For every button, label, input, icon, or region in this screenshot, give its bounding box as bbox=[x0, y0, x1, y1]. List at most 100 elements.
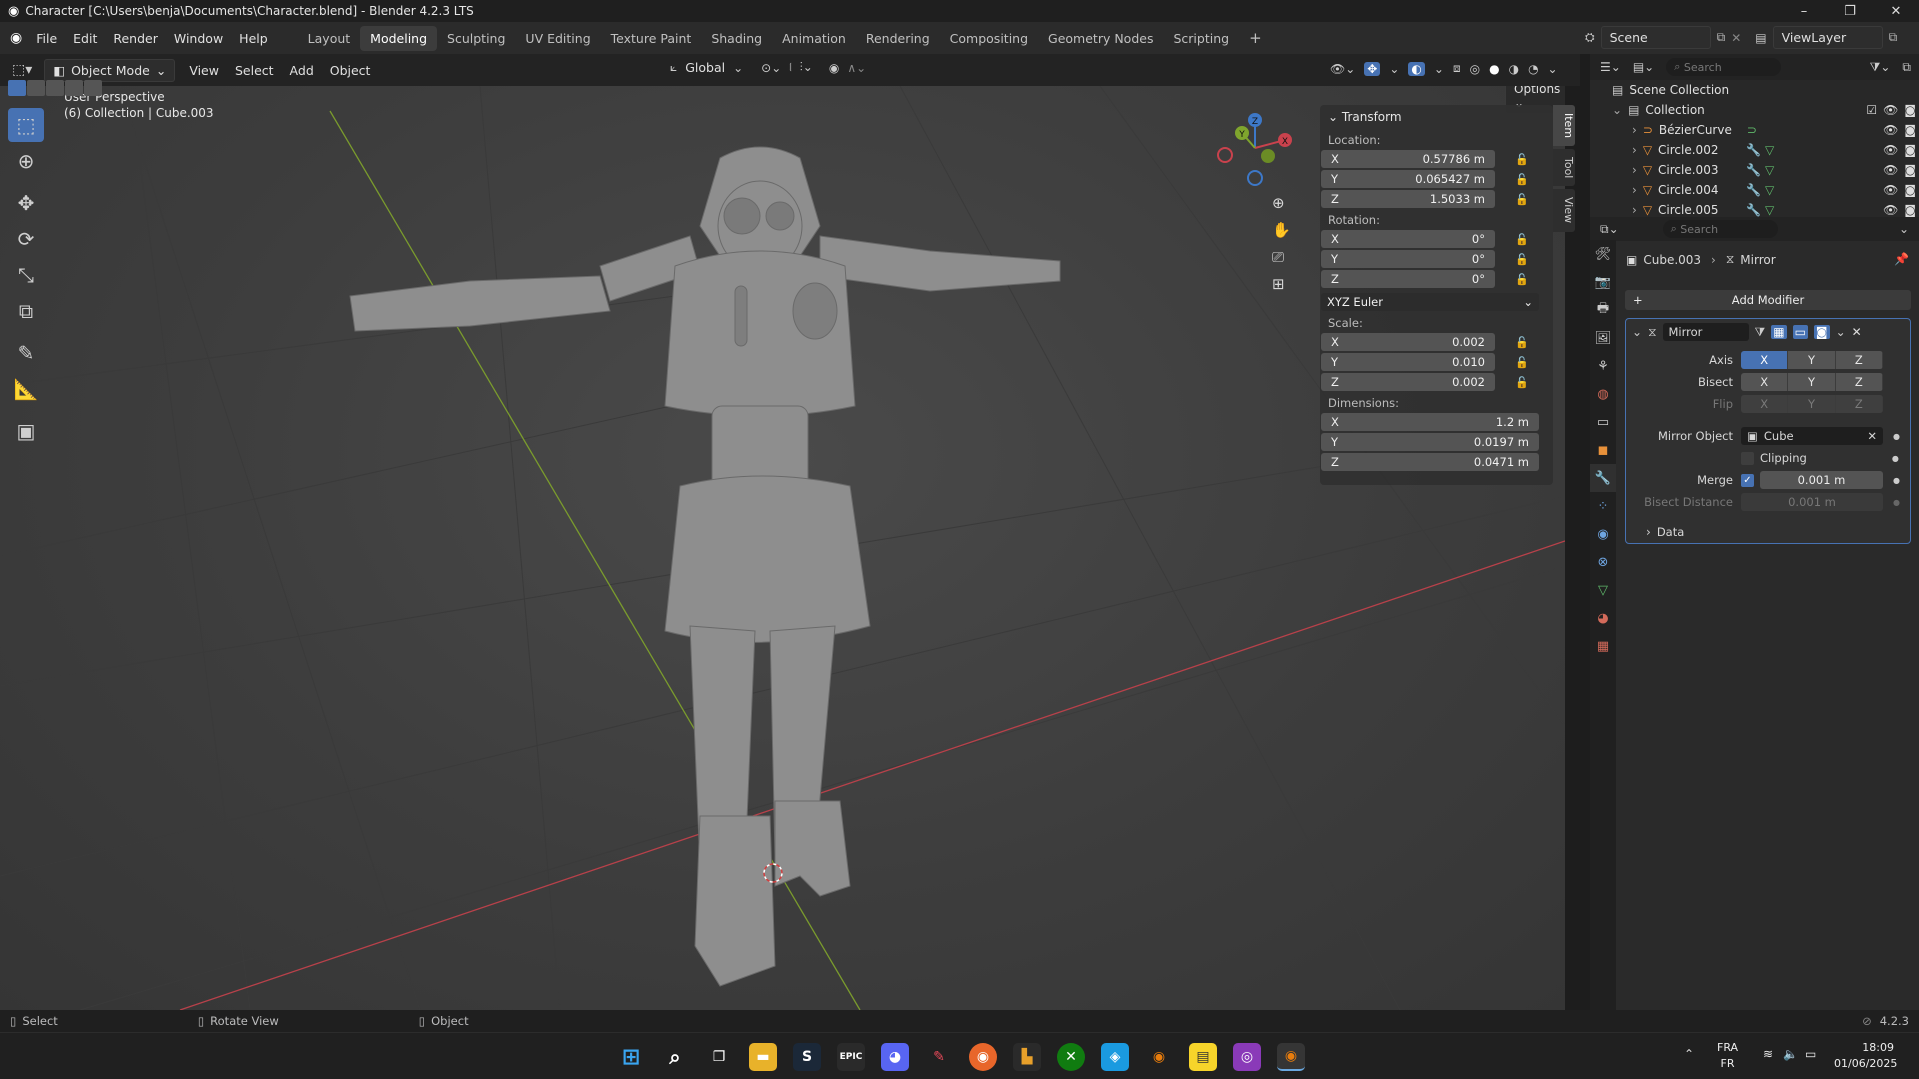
add-cube-tool-icon[interactable]: ▣ bbox=[8, 414, 44, 448]
lock-icon[interactable]: 🔓 bbox=[1515, 233, 1529, 246]
outliner-item-circle-002[interactable]: › ▽ Circle.002 🔧 ▽ 👁 ◙ bbox=[1600, 140, 1916, 160]
chevron-right-icon[interactable]: › bbox=[1632, 163, 1637, 177]
menu-select[interactable]: Select bbox=[227, 60, 282, 81]
mode-dropdown[interactable]: ◧ Object Mode ⌄ bbox=[44, 58, 176, 82]
zoom-icon[interactable]: ⊕ bbox=[1272, 194, 1291, 212]
properties-search-input[interactable]: ⌕ Search bbox=[1662, 220, 1778, 238]
render-toggle-icon[interactable]: ◙ bbox=[1813, 325, 1830, 339]
view-layer-selector[interactable]: ViewLayer bbox=[1772, 26, 1883, 49]
scene-icon[interactable]: ⚘ bbox=[1590, 352, 1616, 380]
flip-y-toggle[interactable]: Y bbox=[1788, 395, 1836, 413]
modifier-wrench-icon[interactable]: 🔧 bbox=[1590, 464, 1616, 492]
bisect-x-toggle[interactable]: X bbox=[1741, 373, 1789, 391]
chevron-down-icon[interactable]: ⌄ bbox=[1899, 222, 1909, 236]
bisect-distance-field[interactable]: 0.001 m bbox=[1741, 493, 1883, 511]
menu-view[interactable]: View bbox=[181, 60, 227, 81]
rotation-y-field[interactable]: Y 0° bbox=[1321, 250, 1495, 268]
lock-icon[interactable]: 🔓 bbox=[1515, 153, 1529, 166]
keyframe-dot-icon[interactable]: ● bbox=[1892, 454, 1899, 463]
eye-icon[interactable]: 👁 bbox=[1883, 103, 1898, 117]
tab-scripting[interactable]: Scripting bbox=[1163, 26, 1239, 51]
object-icon[interactable]: ◼ bbox=[1590, 436, 1616, 464]
clear-icon[interactable]: ✕ bbox=[1867, 429, 1877, 443]
outliner-editor-icon[interactable]: ☰⌄ bbox=[1600, 60, 1621, 74]
overlay-options-icon[interactable]: ⌄ bbox=[1434, 62, 1444, 76]
sticky-notes-icon[interactable]: ▤ bbox=[1189, 1043, 1217, 1071]
filter-icon[interactable]: ⧩⌄ bbox=[1870, 60, 1891, 75]
steam-icon[interactable]: S bbox=[793, 1043, 821, 1071]
view-layer-icon[interactable]: 🖼 bbox=[1590, 324, 1616, 352]
chevron-right-icon[interactable]: › bbox=[1632, 203, 1637, 217]
menu-window[interactable]: Window bbox=[166, 31, 231, 46]
properties-editor-icon[interactable]: ⧉⌄ bbox=[1600, 222, 1619, 237]
material-icon[interactable]: ◕ bbox=[1590, 604, 1616, 632]
bisect-y-toggle[interactable]: Y bbox=[1788, 373, 1836, 391]
rotation-x-field[interactable]: X 0° bbox=[1321, 230, 1495, 248]
annotate-tool-icon[interactable]: ✎ bbox=[8, 336, 44, 370]
camera-icon[interactable]: ◙ bbox=[1904, 203, 1916, 217]
epic-games-icon[interactable]: EPIC bbox=[837, 1043, 865, 1071]
texture-icon[interactable]: ▦ bbox=[1590, 632, 1616, 660]
blender-icon[interactable]: ◉ bbox=[1145, 1043, 1173, 1071]
axis-y-toggle[interactable]: Y bbox=[1788, 351, 1836, 369]
proportional-edit-icon[interactable]: ◉ bbox=[829, 61, 839, 75]
location-x-field[interactable]: X 0.57786 m bbox=[1321, 150, 1495, 168]
visibility-icon[interactable]: 👁⌄ bbox=[1330, 62, 1355, 76]
display-mode-icon[interactable]: ▤⌄ bbox=[1633, 60, 1654, 74]
camera-icon[interactable]: ◙ bbox=[1904, 123, 1916, 137]
menu-help[interactable]: Help bbox=[231, 31, 276, 46]
overlay-toggle-icon[interactable]: ◐ bbox=[1408, 61, 1425, 76]
language-fr[interactable]: FR bbox=[1717, 1056, 1738, 1072]
camera-icon[interactable]: ◙ bbox=[1904, 143, 1916, 157]
tab-compositing[interactable]: Compositing bbox=[940, 26, 1038, 51]
outliner-search-input[interactable]: ⌕ Search bbox=[1666, 58, 1782, 76]
exclude-checkbox[interactable]: ☑ bbox=[1866, 103, 1877, 117]
robot-character-mesh[interactable] bbox=[349, 146, 1061, 987]
constraints-icon[interactable]: ⊗ bbox=[1590, 548, 1616, 576]
app-purple-icon[interactable]: ◎ bbox=[1233, 1043, 1261, 1071]
bisect-z-toggle[interactable]: Z bbox=[1835, 373, 1883, 391]
volume-icon[interactable]: 🔈 bbox=[1783, 1047, 1798, 1061]
tab-sculpting[interactable]: Sculpting bbox=[437, 26, 515, 51]
menu-file[interactable]: File bbox=[28, 31, 65, 46]
material-shading-icon[interactable]: ◑ bbox=[1509, 62, 1519, 76]
transform-section-header[interactable]: ⌄ Transform bbox=[1320, 105, 1553, 129]
lock-icon[interactable]: 🔓 bbox=[1515, 193, 1529, 206]
chevron-down-icon[interactable]: ⌄ bbox=[1612, 103, 1622, 117]
lock-icon[interactable]: 🔓 bbox=[1515, 336, 1529, 349]
language-fra[interactable]: FRA bbox=[1717, 1040, 1738, 1056]
clock-time[interactable]: 18:09 bbox=[1834, 1040, 1894, 1056]
eye-icon[interactable]: 👁 bbox=[1883, 163, 1898, 177]
chevron-right-icon[interactable]: › bbox=[1632, 123, 1637, 137]
physics-icon[interactable]: ◉ bbox=[1590, 520, 1616, 548]
wifi-icon[interactable]: ≋ bbox=[1763, 1047, 1773, 1061]
wireframe-shading-icon[interactable]: ◎ bbox=[1470, 62, 1480, 76]
select-box-tool-icon[interactable]: ⬚ bbox=[8, 108, 44, 142]
orientation-dropdown[interactable]: Global bbox=[685, 60, 725, 75]
move-tool-icon[interactable]: ✥ bbox=[8, 186, 44, 220]
windows-start-icon[interactable]: ⊞ bbox=[617, 1043, 645, 1071]
navigation-gizmo[interactable]: Z X Y bbox=[1215, 108, 1295, 188]
cursor-tool-icon[interactable]: ⊕ bbox=[8, 144, 44, 178]
camera-icon[interactable]: ◙ bbox=[1904, 103, 1916, 117]
keyframe-dot-icon[interactable]: ● bbox=[1893, 476, 1900, 485]
rotate-tool-icon[interactable]: ⟳ bbox=[8, 222, 44, 256]
data-subpanel-header[interactable]: › Data bbox=[1626, 521, 1910, 543]
axis-z-toggle[interactable]: Z bbox=[1835, 351, 1883, 369]
shading-options-icon[interactable]: ⌄ bbox=[1548, 62, 1558, 76]
dimensions-z-field[interactable]: Z 0.0471 m bbox=[1321, 453, 1539, 471]
merge-checkbox[interactable]: ✓ bbox=[1741, 473, 1754, 487]
blender-menu-icon[interactable]: ◉ bbox=[10, 30, 22, 46]
camera-view-icon[interactable]: ⎚ bbox=[1272, 248, 1291, 266]
new-collection-icon[interactable]: ⧉ bbox=[1902, 60, 1911, 75]
outliner-item-beziercurve[interactable]: › ⊃ BézierCurve ⊃ 👁 ◙ bbox=[1600, 120, 1916, 140]
gizmo-toggle-icon[interactable]: ✥ bbox=[1364, 61, 1381, 76]
select-intersect-icon[interactable] bbox=[84, 80, 102, 96]
lock-icon[interactable]: 🔓 bbox=[1515, 173, 1529, 186]
dimensions-y-field[interactable]: Y 0.0197 m bbox=[1321, 433, 1539, 451]
editor-type-icon[interactable]: ⬚▾ bbox=[12, 62, 32, 78]
view-layer-icon[interactable]: ▤ bbox=[1755, 31, 1766, 45]
add-modifier-button[interactable]: + Add Modifier bbox=[1625, 290, 1911, 310]
eye-icon[interactable]: 👁 bbox=[1883, 183, 1898, 197]
discord-icon[interactable]: ◕ bbox=[881, 1043, 909, 1071]
